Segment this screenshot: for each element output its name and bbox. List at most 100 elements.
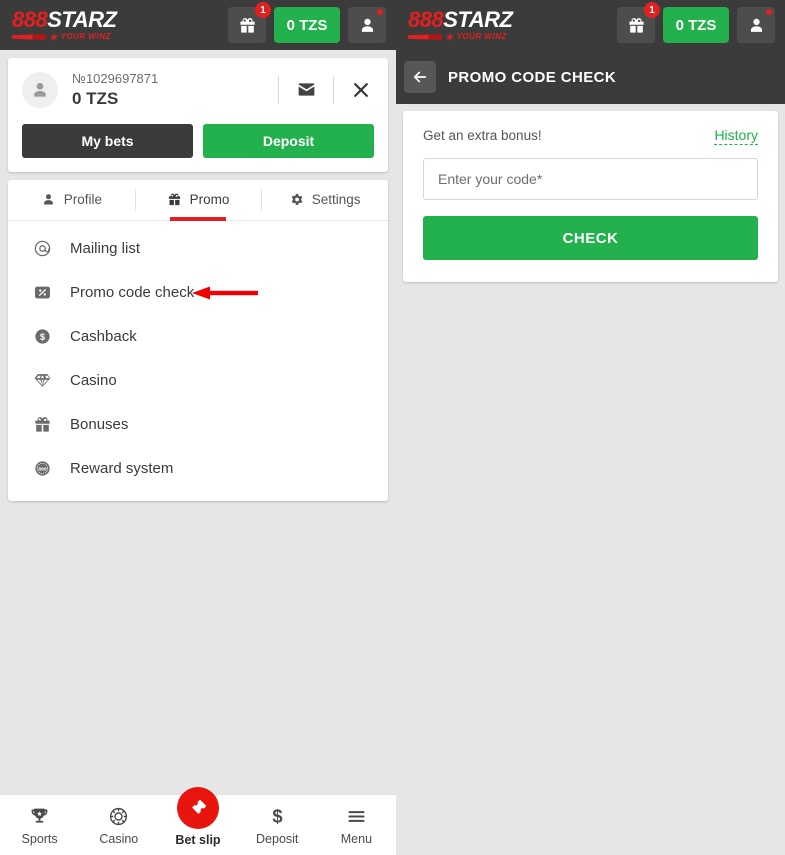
nav-item-menu[interactable]: Menu <box>317 804 396 846</box>
promo-code-input[interactable] <box>423 158 758 200</box>
close-icon <box>354 82 368 97</box>
avatar[interactable] <box>22 71 58 108</box>
reward-coin-icon: 888 <box>32 459 52 478</box>
dollar-icon: $ <box>267 804 288 828</box>
promo-menu-card: Profile Promo Settings Mailing list Prom… <box>8 179 388 501</box>
logo-starz-text: STARZ <box>443 6 513 32</box>
history-link[interactable]: History <box>714 127 758 145</box>
logo-888-text: 888 <box>12 6 48 32</box>
menu-item-label: Casino <box>70 372 117 390</box>
gift-icon <box>628 17 644 33</box>
menu-item-label: Mailing list <box>70 240 141 258</box>
ticket-icon <box>192 799 207 814</box>
account-balance-text: 0 TZS <box>72 88 119 108</box>
gift-icon <box>239 17 255 33</box>
bonus-label: Get an extra bonus! <box>423 128 542 143</box>
menu-item-bonuses[interactable]: Bonuses <box>8 403 388 447</box>
svg-text:$: $ <box>39 332 44 342</box>
person-icon <box>43 194 53 205</box>
percent-badge-icon <box>32 283 52 302</box>
logo-dash-decor <box>408 34 442 40</box>
at-icon <box>32 239 52 258</box>
annotation-arrow-icon <box>192 286 258 300</box>
right-top-bar: 888STARZ ★ YOUR WINZ 1 0 TZS <box>396 0 785 50</box>
page-title: PROMO CODE CHECK <box>448 68 617 86</box>
menu-item-casino[interactable]: Casino <box>8 359 388 403</box>
chip-icon <box>108 804 129 828</box>
gift-icon <box>32 415 52 434</box>
svg-text:888: 888 <box>38 467 46 473</box>
percent-badge-icon <box>34 286 50 299</box>
logo-star-icon: ★ <box>49 31 58 42</box>
nav-label: Sports <box>21 832 58 846</box>
header-balance-text: 0 TZS <box>286 16 328 34</box>
person-icon <box>750 18 762 32</box>
logo-starz-text: STARZ <box>47 6 117 32</box>
tab-promo[interactable]: Promo <box>134 180 262 220</box>
envelope-icon <box>298 83 314 96</box>
menu-item-label: Cashback <box>70 328 137 346</box>
account-notification-dot <box>377 9 383 15</box>
logo-dash-decor <box>12 34 46 40</box>
divider <box>278 75 279 104</box>
arrow-left-icon <box>413 71 427 83</box>
menu-item-promo-code-check[interactable]: Promo code check <box>8 271 388 315</box>
profile-card: №1029697871 0 TZS My bets Deposit <box>8 58 388 172</box>
menu-item-label: Promo code check <box>70 284 195 302</box>
profile-tabs: Profile Promo Settings <box>8 180 388 221</box>
tab-settings-label: Settings <box>311 192 361 208</box>
tab-profile[interactable]: Profile <box>8 180 135 220</box>
nav-item-casino[interactable]: Casino <box>79 804 158 846</box>
account-button[interactable] <box>737 7 775 43</box>
deposit-button[interactable]: Deposit <box>203 123 374 158</box>
nav-item-deposit[interactable]: $ Deposit <box>238 804 317 847</box>
profile-info: №1029697871 0 TZS <box>72 70 264 110</box>
nav-item-sports[interactable]: Sports <box>0 804 79 846</box>
my-bets-button[interactable]: My bets <box>22 123 193 158</box>
bottom-navigation: Sports Casino Bet slip $ Deposit Menu <box>0 787 396 855</box>
account-button[interactable] <box>348 7 386 43</box>
logo-star-icon: ★ <box>445 31 454 42</box>
bet-slip-bubble <box>177 787 219 829</box>
top-actions: 1 0 TZS <box>617 2 775 43</box>
menu-item-reward-system[interactable]: 888 Reward system <box>8 447 388 491</box>
gift-button[interactable]: 1 <box>617 2 660 43</box>
left-pane: 888STARZ ★ YOUR WINZ 1 0 TZS №1029697871… <box>0 0 396 855</box>
nav-label: Bet slip <box>175 833 221 847</box>
balance-button[interactable]: 0 TZS <box>274 7 340 43</box>
trophy-icon <box>29 804 50 828</box>
gift-icon <box>168 193 180 206</box>
svg-text:$: $ <box>272 806 282 827</box>
nav-item-bet-slip[interactable]: Bet slip <box>158 787 237 847</box>
nav-label: Casino <box>99 832 139 846</box>
hamburger-icon <box>346 804 367 828</box>
top-actions: 1 0 TZS <box>228 2 386 43</box>
tab-profile-label: Profile <box>63 192 102 208</box>
promo-form-header: Get an extra bonus! History <box>423 127 758 145</box>
promo-code-header: PROMO CODE CHECK <box>396 50 785 104</box>
balance-button[interactable]: 0 TZS <box>663 7 729 43</box>
messages-button[interactable] <box>293 77 319 103</box>
header-balance-text: 0 TZS <box>675 16 717 34</box>
left-top-bar: 888STARZ ★ YOUR WINZ 1 0 TZS <box>0 0 396 50</box>
logo-tagline: YOUR WINZ <box>60 32 111 41</box>
logo-888-text: 888 <box>408 6 444 32</box>
check-button[interactable]: CHECK <box>423 216 758 260</box>
account-id-text: №1029697871 <box>72 71 159 86</box>
nav-label: Deposit <box>256 832 299 846</box>
back-button[interactable] <box>404 61 436 93</box>
brand-logo[interactable]: 888STARZ ★ YOUR WINZ <box>12 6 117 42</box>
menu-item-mailing-list[interactable]: Mailing list <box>8 227 388 271</box>
profile-summary-row: №1029697871 0 TZS <box>22 70 374 110</box>
promo-menu-list: Mailing list Promo code check $ Cashback… <box>8 221 388 501</box>
person-icon <box>361 18 373 32</box>
menu-item-label: Reward system <box>70 460 174 478</box>
close-button[interactable] <box>348 77 374 103</box>
nav-label: Menu <box>340 832 373 846</box>
gift-button[interactable]: 1 <box>228 2 271 43</box>
brand-logo[interactable]: 888STARZ ★ YOUR WINZ <box>408 6 513 42</box>
gear-icon <box>291 194 303 206</box>
menu-item-cashback[interactable]: $ Cashback <box>8 315 388 359</box>
account-notification-dot <box>766 9 772 15</box>
tab-settings[interactable]: Settings <box>261 180 388 220</box>
